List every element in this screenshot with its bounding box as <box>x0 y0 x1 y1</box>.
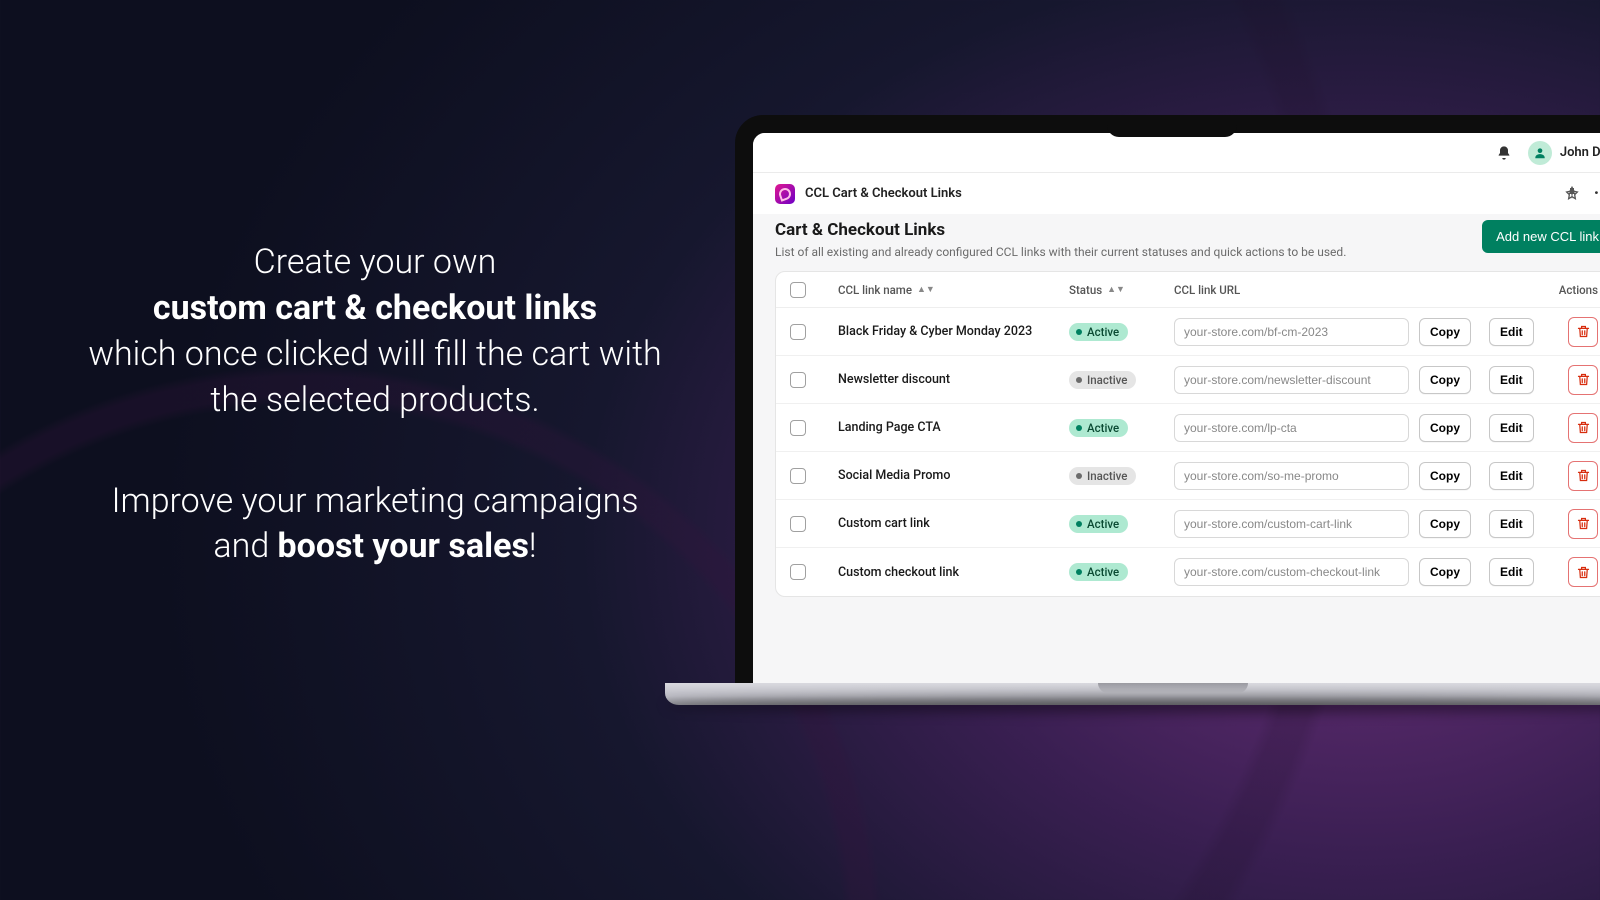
marketing-line2-suffix: ! <box>529 526 537 566</box>
add-new-ccl-link-button[interactable]: Add new CCL link <box>1482 220 1600 253</box>
status-badge: Active <box>1069 563 1128 581</box>
status-badge: Active <box>1069 323 1128 341</box>
edit-button[interactable]: Edit <box>1489 462 1534 490</box>
avatar-icon <box>1528 141 1552 165</box>
link-url-input[interactable] <box>1174 510 1409 538</box>
status-badge: Active <box>1069 515 1128 533</box>
link-name: Black Friday & Cyber Monday 2023 <box>838 324 1059 339</box>
table-row: Landing Page CTA Active Copy Edit <box>776 404 1600 452</box>
edit-button[interactable]: Edit <box>1489 318 1534 346</box>
link-url-input[interactable] <box>1174 462 1409 490</box>
status-badge: Inactive <box>1069 371 1136 389</box>
copy-button[interactable]: Copy <box>1419 366 1471 394</box>
page-subtitle: List of all existing and already configu… <box>775 245 1346 259</box>
ccl-links-table: CCL link name ▲▼ Status ▲▼ CCL link URL … <box>775 271 1600 597</box>
row-checkbox[interactable] <box>790 468 806 484</box>
app-title: CCL Cart & Checkout Links <box>805 186 962 201</box>
link-url-input[interactable] <box>1174 366 1409 394</box>
link-name: Landing Page CTA <box>838 420 1059 435</box>
copy-button[interactable]: Copy <box>1419 318 1471 346</box>
app-logo-icon <box>775 184 795 204</box>
sort-icon: ▲▼ <box>1107 284 1125 295</box>
marketing-line2-bold: boost your sales <box>278 526 529 566</box>
row-checkbox[interactable] <box>790 372 806 388</box>
copy-button[interactable]: Copy <box>1419 510 1471 538</box>
status-badge: Active <box>1069 419 1128 437</box>
select-all-checkbox[interactable] <box>790 282 806 298</box>
laptop-mockup: John Doe CCL Cart & Checkout Links ··· <box>735 115 1600 685</box>
app-header: CCL Cart & Checkout Links ··· <box>753 173 1600 214</box>
marketing-line1-bold: custom cart & checkout links <box>153 288 597 328</box>
sort-icon: ▲▼ <box>917 284 935 295</box>
delete-button[interactable] <box>1568 413 1598 443</box>
copy-button[interactable]: Copy <box>1419 462 1471 490</box>
more-icon[interactable]: ··· <box>1594 183 1600 204</box>
link-name: Custom checkout link <box>838 565 1059 580</box>
top-bar: John Doe <box>753 133 1600 173</box>
edit-button[interactable]: Edit <box>1489 366 1534 394</box>
link-url-input[interactable] <box>1174 318 1409 346</box>
table-header-row: CCL link name ▲▼ Status ▲▼ CCL link URL … <box>776 272 1600 308</box>
link-name: Newsletter discount <box>838 372 1059 387</box>
marketing-copy: Create your own custom cart & checkout l… <box>85 240 665 570</box>
marketing-line1-suffix: which once clicked will fill the cart wi… <box>88 334 661 420</box>
delete-button[interactable] <box>1568 365 1598 395</box>
table-row: Black Friday & Cyber Monday 2023 Active Co… <box>776 308 1600 356</box>
link-url-input[interactable] <box>1174 414 1409 442</box>
page-title: Cart & Checkout Links <box>775 220 1346 240</box>
edit-button[interactable]: Edit <box>1489 414 1534 442</box>
marketing-line1-prefix: Create your own <box>254 242 497 282</box>
row-checkbox[interactable] <box>790 324 806 340</box>
link-name: Social Media Promo <box>838 468 1059 483</box>
delete-button[interactable] <box>1568 461 1598 491</box>
delete-button[interactable] <box>1568 317 1598 347</box>
status-badge: Inactive <box>1069 467 1136 485</box>
user-name: John Doe <box>1560 145 1600 160</box>
copy-button[interactable]: Copy <box>1419 414 1471 442</box>
pin-icon[interactable] <box>1564 186 1580 202</box>
row-checkbox[interactable] <box>790 420 806 436</box>
table-row: Social Media Promo Inactive Copy Edit <box>776 452 1600 500</box>
table-row: Custom checkout link Active Copy Edit <box>776 548 1600 596</box>
column-header-url: CCL link URL <box>1174 283 1409 297</box>
delete-button[interactable] <box>1568 509 1598 539</box>
delete-button[interactable] <box>1568 557 1598 587</box>
link-name: Custom cart link <box>838 516 1059 531</box>
column-header-name[interactable]: CCL link name ▲▼ <box>838 283 1059 297</box>
table-row: Custom cart link Active Copy Edit <box>776 500 1600 548</box>
row-checkbox[interactable] <box>790 516 806 532</box>
table-row: Newsletter discount Inactive Copy Edit <box>776 356 1600 404</box>
column-header-actions: Actions <box>1419 283 1598 297</box>
link-url-input[interactable] <box>1174 558 1409 586</box>
row-checkbox[interactable] <box>790 564 806 580</box>
edit-button[interactable]: Edit <box>1489 558 1534 586</box>
copy-button[interactable]: Copy <box>1419 558 1471 586</box>
notifications-icon[interactable] <box>1496 145 1512 161</box>
edit-button[interactable]: Edit <box>1489 510 1534 538</box>
user-menu[interactable]: John Doe <box>1528 141 1600 165</box>
column-header-status[interactable]: Status ▲▼ <box>1069 283 1164 297</box>
